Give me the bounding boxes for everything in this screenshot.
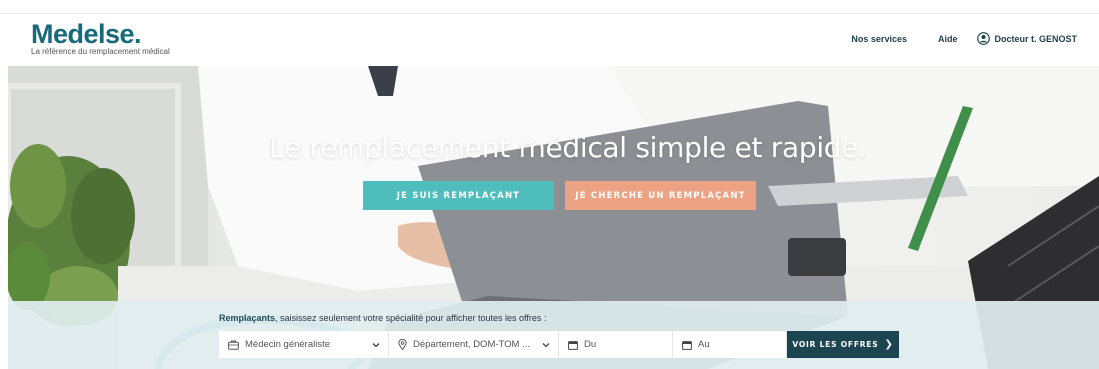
location-select[interactable]: Département, DOM-TOM ... xyxy=(389,331,559,358)
site-header: Medelse. La référence du remplacement mé… xyxy=(0,14,1099,66)
chevron-down-icon xyxy=(372,340,380,351)
search-hint-strong: Remplaçants xyxy=(219,313,276,323)
specialty-value: Médecin généraliste xyxy=(245,339,331,350)
user-name: Docteur t. GENOST xyxy=(994,33,1077,44)
brand-logo[interactable]: Medelse. La référence du remplacement mé… xyxy=(31,20,170,56)
chevron-right-icon: ❯ xyxy=(884,339,894,350)
calendar-icon xyxy=(568,340,578,350)
nav-services-link[interactable]: Nos services xyxy=(851,34,907,44)
date-to-field[interactable]: Au xyxy=(673,331,787,358)
briefcase-icon xyxy=(228,340,239,350)
chevron-down-icon xyxy=(542,340,550,351)
date-from-label: Du xyxy=(584,339,597,350)
date-to-label: Au xyxy=(698,339,710,350)
date-from-field[interactable]: Du xyxy=(559,331,673,358)
search-hint: Remplaçants, saisissez seulement votre s… xyxy=(219,313,546,323)
brand-name: Medelse. xyxy=(31,19,142,49)
search-hint-text: , saisissez seulement votre spécialité p… xyxy=(275,313,547,323)
brand-tagline: La référence du remplacement médical xyxy=(31,47,170,56)
cta-seek-replacement-button[interactable]: JE CHERCHE UN REMPLAÇANT xyxy=(565,181,756,210)
user-menu[interactable]: Docteur t. GENOST xyxy=(977,32,1077,45)
map-pin-icon xyxy=(398,339,407,350)
search-panel: Remplaçants, saisissez seulement votre s… xyxy=(8,301,1099,369)
cta-replacement-button[interactable]: JE SUIS REMPLAÇANT xyxy=(363,181,554,210)
main-nav: Nos services Aide Docteur t. GENOST xyxy=(820,32,1077,45)
calendar-icon xyxy=(682,340,692,350)
nav-help-link[interactable]: Aide xyxy=(938,34,958,44)
search-form: Médecin généraliste Département, DOM-TOM… xyxy=(219,331,899,358)
view-offers-button[interactable]: VOIR LES OFFRES ❯ xyxy=(787,331,899,358)
hero-banner: Le remplacement médical simple et rapide… xyxy=(8,66,1099,369)
top-border xyxy=(0,0,1099,14)
location-value: Département, DOM-TOM ... xyxy=(413,339,531,350)
specialty-select[interactable]: Médecin généraliste xyxy=(219,331,389,358)
user-circle-icon xyxy=(977,32,991,45)
hero-title: Le remplacement médical simple et rapide… xyxy=(269,131,867,164)
view-offers-label: VOIR LES OFFRES xyxy=(792,340,879,349)
